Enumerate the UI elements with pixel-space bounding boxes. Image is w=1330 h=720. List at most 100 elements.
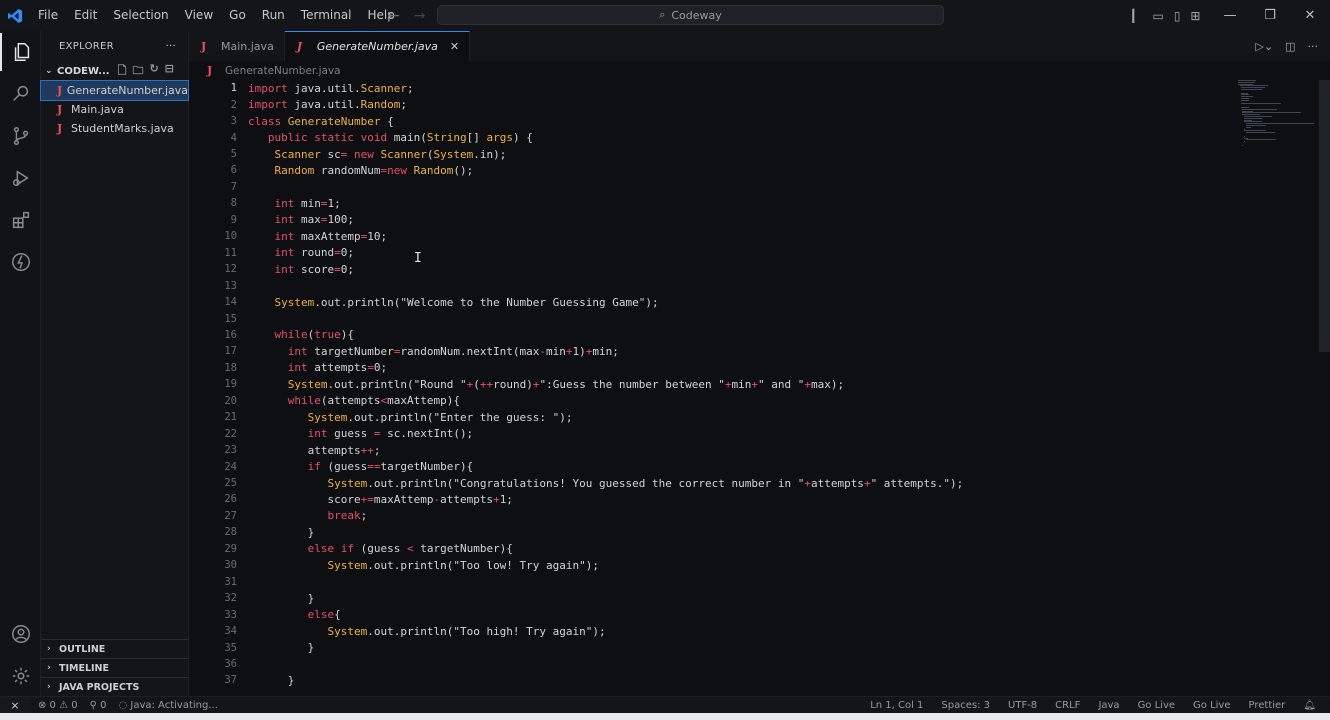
code-text: }	[248, 641, 315, 655]
toggle-panel-icon[interactable]: ▭	[1152, 9, 1163, 23]
toggle-secondary-sidebar-icon[interactable]: ▯	[1174, 9, 1181, 23]
code-line[interactable]: 18 int attempts=0;	[189, 360, 1239, 376]
code-line[interactable]: 24 if (guess==targetNumber){	[189, 458, 1239, 474]
code-line[interactable]: 34 System.out.println("Too high! Try aga…	[189, 623, 1239, 639]
minimap[interactable]	[1238, 80, 1318, 150]
code-line[interactable]: 30 System.out.println("Too low! Try agai…	[189, 557, 1239, 573]
code-line[interactable]: 10 int maxAttemp=10;	[189, 228, 1239, 244]
customize-layout-icon[interactable]: ⊞	[1190, 9, 1200, 23]
close-window-button[interactable]: ✕	[1290, 8, 1330, 23]
nav-arrows: ← →	[388, 0, 425, 31]
menu-edit[interactable]: Edit	[66, 0, 105, 31]
status-item-prettier[interactable]: Prettier	[1249, 700, 1286, 711]
source-control-icon[interactable]	[0, 117, 41, 155]
maximize-button[interactable]: ❐	[1250, 8, 1290, 23]
file-item-main-java[interactable]: J Main.java	[41, 100, 188, 119]
code-line[interactable]: 1 import java.util.Scanner;	[189, 80, 1239, 96]
status-item-java[interactable]: Java	[1098, 700, 1119, 711]
extensions-icon[interactable]	[0, 201, 41, 239]
menu-file[interactable]: File	[30, 0, 66, 31]
back-arrow-icon[interactable]: ←	[388, 8, 400, 24]
menu-selection[interactable]: Selection	[105, 0, 176, 31]
menu-go[interactable]: Go	[221, 0, 254, 31]
run-debug-icon[interactable]	[0, 159, 41, 197]
refresh-icon[interactable]: ↻	[149, 62, 158, 81]
code-line[interactable]: 25 System.out.println("Congratulations! …	[189, 475, 1239, 491]
code-line[interactable]: 2 import java.util.Random;	[189, 96, 1239, 112]
tab-generatenumber-java[interactable]: J GenerateNumber.java ✕	[284, 31, 471, 61]
minimize-button[interactable]: —	[1210, 8, 1250, 23]
code-line[interactable]: 20 while(attempts<maxAttemp){	[189, 393, 1239, 409]
vertical-scrollbar[interactable]	[1319, 80, 1330, 352]
ports-indicator[interactable]: ⚲ 0	[90, 700, 107, 711]
code-line[interactable]: 17 int targetNumber=randomNum.nextInt(ma…	[189, 343, 1239, 359]
code-line[interactable]: 19 System.out.println("Round "+(++round)…	[189, 376, 1239, 392]
code-line[interactable]: 29 else if (guess < targetNumber){	[189, 541, 1239, 557]
search-view-icon[interactable]	[0, 75, 41, 113]
status-item-go-live[interactable]: Go Live	[1193, 700, 1230, 711]
tab-main-java[interactable]: J Main.java	[189, 31, 285, 61]
outline-section[interactable]: › OUTLINE	[41, 639, 189, 658]
notifications-bell-icon[interactable]: 🔔︎	[1303, 700, 1316, 711]
code-line[interactable]: 23 attempts++;	[189, 442, 1239, 458]
forward-arrow-icon[interactable]: →	[414, 8, 426, 24]
file-item-studentmarks-java[interactable]: J StudentMarks.java	[41, 119, 188, 138]
code-line[interactable]: 27 break;	[189, 508, 1239, 524]
status-item-crlf[interactable]: CRLF	[1055, 700, 1080, 711]
remote-indicator[interactable]: ⨯	[0, 696, 30, 714]
code-line[interactable]: 37 }	[189, 672, 1239, 688]
code-line[interactable]: 8 int min=1;	[189, 195, 1239, 211]
code-line[interactable]: 33 else{	[189, 606, 1239, 622]
split-editor-icon[interactable]: ◫	[1285, 40, 1295, 53]
code-editor[interactable]: 1 import java.util.Scanner; 2 import java.u…	[189, 80, 1330, 696]
code-line[interactable]: 9 int max=100;	[189, 212, 1239, 228]
code-line[interactable]: 32 }	[189, 590, 1239, 606]
menu-view[interactable]: View	[177, 0, 221, 31]
explorer-icon[interactable]	[0, 33, 41, 71]
close-tab-icon[interactable]: ✕	[450, 40, 459, 53]
code-line[interactable]: 28 }	[189, 524, 1239, 540]
line-number: 14	[224, 296, 237, 309]
collapse-all-icon[interactable]: ⊟	[165, 62, 174, 81]
code-line[interactable]: 3 class GenerateNumber {	[189, 113, 1239, 129]
status-item-ln-1-col-1[interactable]: Ln 1, Col 1	[870, 700, 923, 711]
status-item-utf-8[interactable]: UTF-8	[1008, 700, 1037, 711]
code-line[interactable]: 5 Scanner sc= new Scanner(System.in);	[189, 146, 1239, 162]
new-file-icon[interactable]: 🗋	[118, 62, 127, 81]
code-line[interactable]: 21 System.out.println("Enter the guess: …	[189, 409, 1239, 425]
problems-indicator[interactable]: ⊗ 0 ⚠ 0	[38, 700, 78, 711]
java-projects-section[interactable]: › JAVA PROJECTS	[41, 677, 189, 696]
code-line[interactable]: 12 int score=0;	[189, 261, 1239, 277]
code-line[interactable]: 11 int round=0;	[189, 245, 1239, 261]
code-line[interactable]: 35 }	[189, 639, 1239, 655]
settings-gear-icon[interactable]	[0, 657, 41, 695]
new-folder-icon[interactable]: 🗀	[132, 62, 143, 81]
code-line[interactable]: 36	[189, 656, 1239, 672]
command-center-search[interactable]: ⌕ Codeway	[437, 5, 944, 25]
status-item-spaces-3[interactable]: Spaces: 3	[941, 700, 990, 711]
code-line[interactable]: 6 Random randomNum=new Random();	[189, 162, 1239, 178]
status-item-go-live[interactable]: Go Live	[1138, 700, 1175, 711]
workspace-folder[interactable]: ⌄ CODEW... 🗋 🗀 ↻ ⊟	[41, 61, 188, 81]
accounts-icon[interactable]	[0, 615, 41, 653]
thunder-client-icon[interactable]	[0, 243, 41, 281]
code-line[interactable]: 31	[189, 574, 1239, 590]
menu-run[interactable]: Run	[254, 0, 293, 31]
java-status[interactable]: ◌ Java: Activating...	[118, 700, 217, 711]
file-item-generatenumber-java[interactable]: J GenerateNumber.java	[40, 80, 189, 101]
code-line[interactable]: 22 int guess = sc.nextInt();	[189, 425, 1239, 441]
code-line[interactable]: 26 score+=maxAttemp-attempts+1;	[189, 491, 1239, 507]
code-line[interactable]: 14 System.out.println("Welcome to the Nu…	[189, 294, 1239, 310]
code-line[interactable]: 13	[189, 277, 1239, 293]
breadcrumb-file[interactable]: GenerateNumber.java	[225, 65, 341, 77]
code-line[interactable]: 7	[189, 179, 1239, 195]
code-line[interactable]: 16 while(true){	[189, 327, 1239, 343]
code-line[interactable]: 4 public static void main(String[] args)…	[189, 129, 1239, 145]
more-actions-icon[interactable]: ···	[166, 41, 176, 52]
timeline-section[interactable]: › TIMELINE	[41, 658, 189, 677]
toggle-sidebar-icon[interactable]: ▕▏	[1124, 9, 1142, 23]
more-actions-icon[interactable]: ···	[1308, 40, 1319, 53]
code-line[interactable]: 15	[189, 310, 1239, 326]
run-icon[interactable]: ▷⌄	[1255, 40, 1273, 53]
menu-terminal[interactable]: Terminal	[293, 0, 360, 31]
